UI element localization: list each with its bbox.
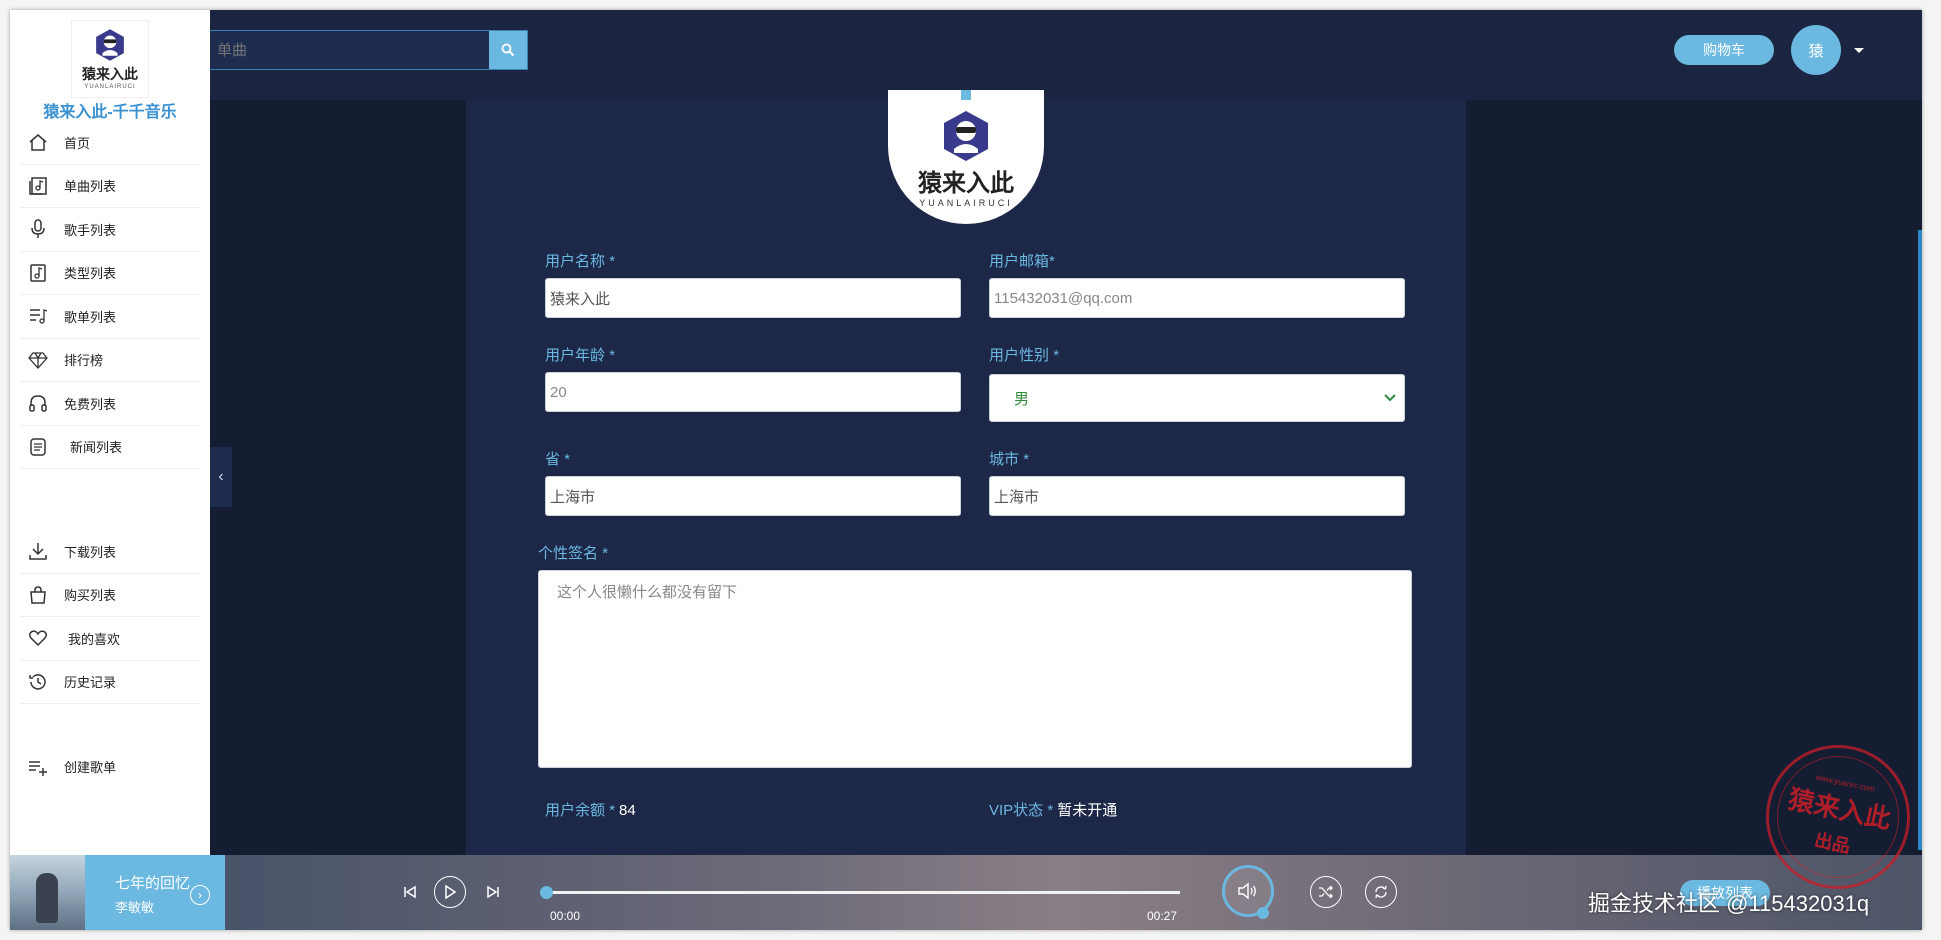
download-icon [20, 540, 56, 562]
sidebar: 猿来入此 YUANLAIRUCI 猿来入此-千千音乐 首页 单曲列表 歌手列表 … [10, 10, 210, 855]
app-window: 购物车 猿 猿来入此 YUANLAIRUCI 用户名称 * 用户邮箱* 用户年龄… [10, 10, 1922, 930]
cart-button[interactable]: 购物车 [1674, 35, 1774, 65]
vip-value: 暂未开通 [1057, 802, 1118, 819]
province-field[interactable] [545, 476, 961, 516]
gorilla-logo-icon [944, 111, 988, 161]
sidebar-item-free[interactable]: 免费列表 [20, 382, 200, 426]
play-icon [445, 885, 456, 899]
total-time: 00:27 [1147, 909, 1178, 923]
skip-previous-icon [404, 885, 416, 899]
balance-value: 84 [619, 802, 636, 819]
now-playing-card[interactable]: 七年的回忆 李敏敏 › [10, 855, 225, 930]
gender-value: 男 [1014, 390, 1030, 408]
shuffle-icon [1319, 885, 1333, 899]
chevron-left-icon: ‹ [218, 468, 224, 485]
home-icon [20, 131, 56, 153]
content-right-gutter [1466, 100, 1922, 855]
skip-next-icon [487, 885, 499, 899]
user-avatar[interactable]: 猿 [1791, 25, 1841, 75]
logo-text: 猿来入此 [82, 66, 138, 82]
current-time: 00:00 [550, 909, 581, 923]
email-field[interactable] [989, 278, 1405, 318]
sidebar-item-downloads[interactable]: 下载列表 [20, 530, 200, 574]
watermark-text: 掘金技术社区 @115432031q [1588, 891, 1870, 916]
sidebar-item-news[interactable]: 新闻列表 [20, 426, 200, 469]
profile-logo-text: 猿来入此 [918, 170, 1014, 197]
volume-icon [1238, 882, 1256, 900]
user-menu-caret-icon[interactable] [1854, 48, 1864, 53]
shuffle-button[interactable] [1310, 876, 1342, 908]
music-list-icon [20, 175, 56, 197]
search-input[interactable] [209, 31, 489, 69]
province-label: 省 * [545, 451, 571, 468]
profile-logo-subtext: YUANLAIRUCI [919, 198, 1013, 208]
search-box [208, 30, 528, 70]
progress-knob[interactable] [540, 886, 553, 899]
volume-knob[interactable] [1257, 907, 1269, 919]
username-label: 用户名称 * [545, 253, 616, 270]
city-field[interactable] [989, 476, 1405, 516]
sidebar-item-purchases[interactable]: 购买列表 [20, 574, 200, 617]
profile-panel: 猿来入此 YUANLAIRUCI 用户名称 * 用户邮箱* 用户年龄 * 用户性… [466, 90, 1466, 855]
create-playlist-button[interactable]: 创建歌单 [20, 745, 200, 789]
history-icon [20, 671, 56, 693]
sidebar-item-playlists[interactable]: 歌单列表 [20, 295, 200, 339]
avatar-handle [961, 90, 971, 100]
search-button[interactable] [489, 31, 527, 69]
heart-icon [20, 627, 56, 649]
play-button[interactable] [434, 876, 466, 908]
chevron-down-icon [1384, 394, 1396, 402]
search-icon [501, 43, 515, 57]
sidebar-collapse-button[interactable]: ‹ [210, 447, 232, 507]
email-label: 用户邮箱* [989, 253, 1055, 270]
sidebar-item-favorites[interactable]: 我的喜欢 [20, 617, 200, 661]
gorilla-logo-icon [96, 29, 124, 61]
news-icon [20, 436, 56, 458]
sidebar-item-ranking[interactable]: 排行榜 [20, 339, 200, 382]
music-note-icon [20, 262, 56, 284]
main-nav: 首页 单曲列表 歌手列表 类型列表 歌单列表 排行榜 免费列表 新闻列表 [20, 121, 200, 469]
age-label: 用户年龄 * [545, 347, 616, 364]
chevron-right-icon[interactable]: › [190, 885, 210, 905]
next-button[interactable] [483, 882, 503, 902]
profile-avatar[interactable]: 猿来入此 YUANLAIRUCI [888, 90, 1044, 224]
diamond-icon [20, 349, 56, 371]
sidebar-item-songs[interactable]: 单曲列表 [20, 165, 200, 208]
top-header: 购物车 猿 [10, 10, 1922, 100]
album-cover [10, 855, 85, 930]
sidebar-item-history[interactable]: 历史记录 [20, 661, 200, 704]
microphone-icon [20, 218, 56, 240]
previous-button[interactable] [400, 882, 420, 902]
balance-label: 用户余额 * 84 [545, 802, 636, 819]
shopping-bag-icon [20, 584, 56, 606]
song-artist: 李敏敏 [115, 900, 155, 915]
playlist-icon [20, 305, 56, 327]
city-label: 城市 * [989, 451, 1030, 468]
signature-textarea[interactable] [538, 570, 1412, 768]
content-left-gutter [210, 100, 466, 855]
sidebar-item-singers[interactable]: 歌手列表 [20, 208, 200, 252]
app-logo[interactable]: 猿来入此 YUANLAIRUCI [71, 20, 149, 98]
page-scrollbar[interactable] [1918, 230, 1922, 850]
gender-label: 用户性别 * [989, 347, 1060, 364]
song-title: 七年的回忆 [115, 875, 191, 892]
brand-title: 猿来入此-千千音乐 [43, 104, 177, 121]
headphones-icon [20, 392, 56, 414]
vip-label: VIP状态 * 暂未开通 [989, 802, 1118, 819]
library-nav: 下载列表 购买列表 我的喜欢 历史记录 [20, 530, 200, 704]
repeat-icon [1375, 885, 1387, 899]
logo-subtext: YUANLAIRUCI [84, 84, 136, 90]
username-field[interactable] [545, 278, 961, 318]
age-field[interactable] [545, 372, 961, 412]
sidebar-item-home[interactable]: 首页 [20, 121, 200, 165]
gender-select[interactable]: 男 [989, 374, 1405, 422]
sidebar-item-types[interactable]: 类型列表 [20, 252, 200, 295]
repeat-button[interactable] [1365, 876, 1397, 908]
progress-track[interactable] [544, 891, 1180, 894]
signature-label: 个性签名 * [538, 545, 609, 562]
playlist-add-icon [20, 756, 56, 778]
